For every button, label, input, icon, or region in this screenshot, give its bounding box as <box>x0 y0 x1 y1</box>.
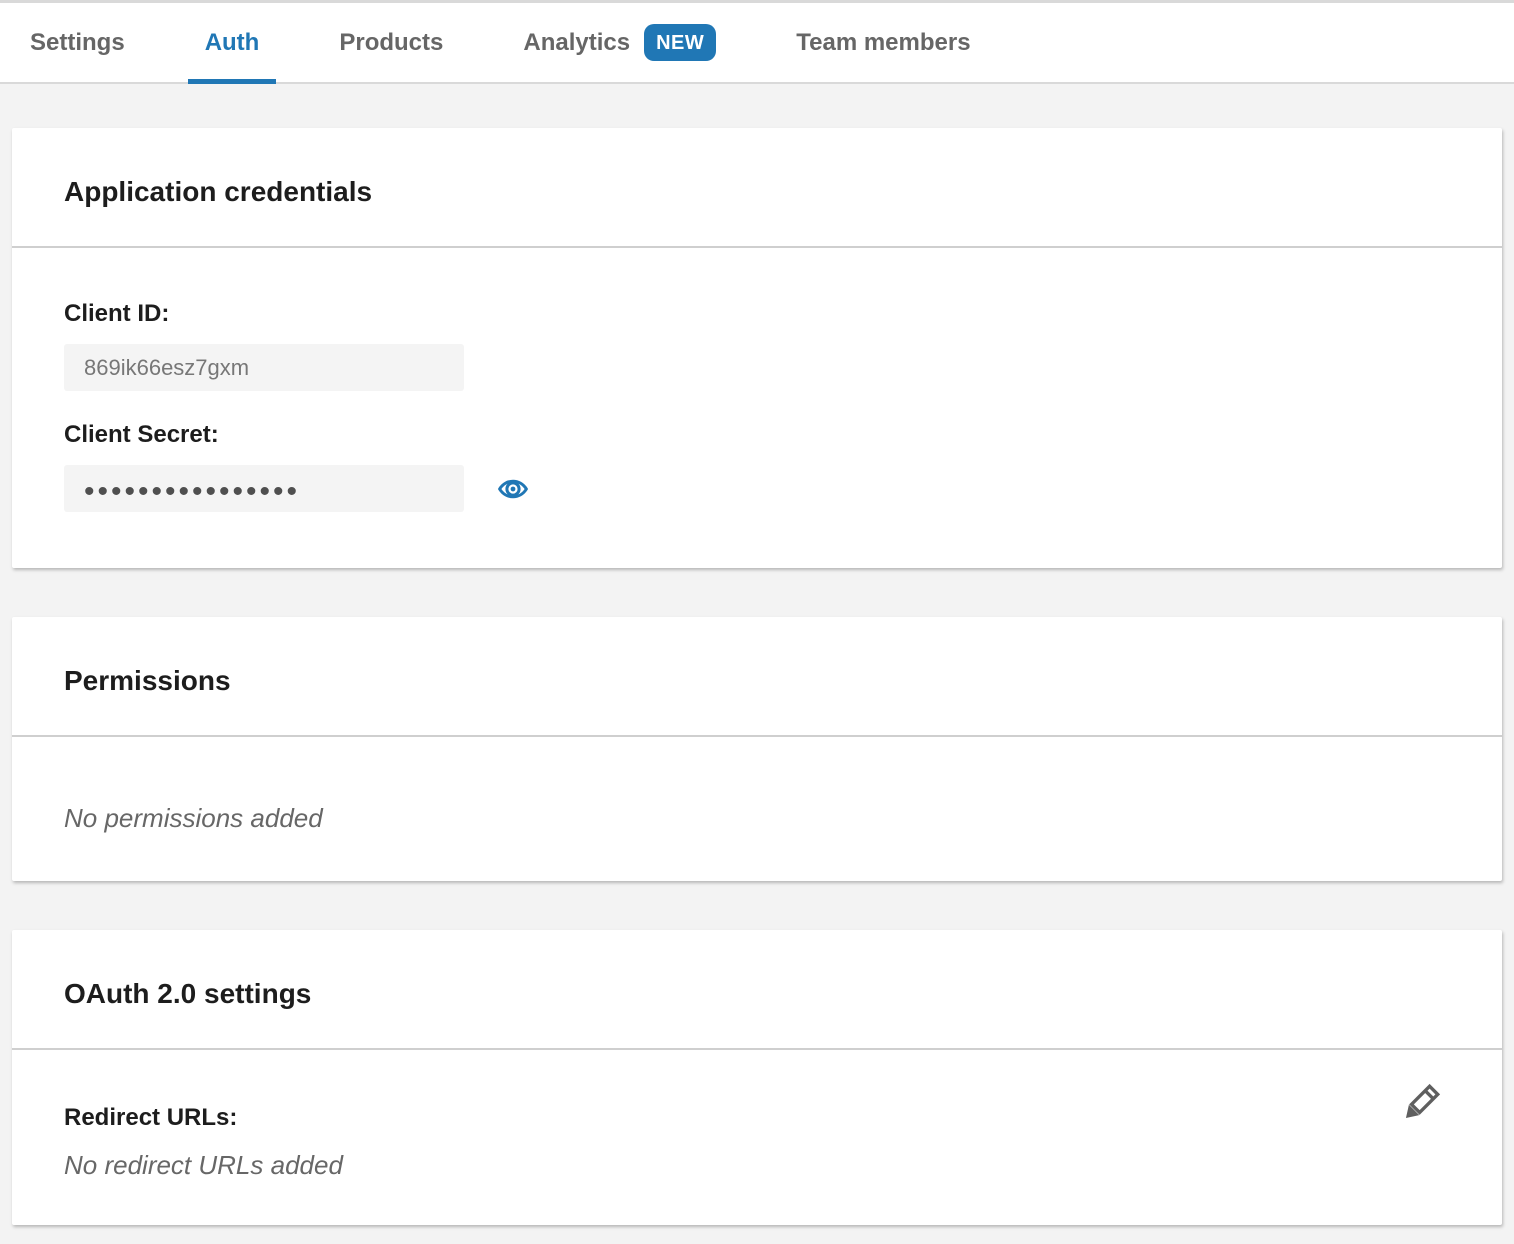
auth-page-content: Application credentials Client ID: 869ik… <box>0 84 1514 1225</box>
tab-settings-label: Settings <box>30 29 125 57</box>
application-credentials-card: Application credentials Client ID: 869ik… <box>12 128 1502 568</box>
permissions-header: Permissions <box>12 617 1502 737</box>
oauth-settings-header: OAuth 2.0 settings <box>12 930 1502 1050</box>
no-redirect-urls-text: No redirect URLs added <box>64 1150 1450 1180</box>
active-tab-underline <box>188 79 277 84</box>
pencil-icon <box>1397 1081 1443 1127</box>
eye-icon <box>497 473 529 505</box>
client-id-field[interactable]: 869ik66esz7gxm <box>64 344 464 391</box>
card-title: OAuth 2.0 settings <box>64 979 1450 1009</box>
tab-products[interactable]: Products <box>339 3 443 82</box>
tab-team-members-label: Team members <box>796 29 970 57</box>
client-id-label: Client ID: <box>64 300 1450 328</box>
card-title: Permissions <box>64 666 1450 696</box>
tab-auth[interactable]: Auth <box>205 3 260 82</box>
application-credentials-header: Application credentials <box>12 128 1502 248</box>
client-secret-masked-value: •••••••••••••••• <box>84 471 300 507</box>
client-id-value: 869ik66esz7gxm <box>84 355 249 381</box>
client-secret-field[interactable]: •••••••••••••••• <box>64 465 464 512</box>
redirect-urls-label: Redirect URLs: <box>64 1104 1450 1132</box>
permissions-card: Permissions No permissions added <box>12 617 1502 881</box>
tab-products-label: Products <box>339 29 443 57</box>
oauth-settings-body: Redirect URLs: No redirect URLs added <box>12 1050 1502 1225</box>
application-credentials-body: Client ID: 869ik66esz7gxm Client Secret:… <box>12 248 1502 568</box>
oauth-settings-card: OAuth 2.0 settings Redirect URLs: No red… <box>12 930 1502 1225</box>
edit-redirect-urls-button[interactable] <box>1396 1080 1444 1128</box>
tab-analytics[interactable]: Analytics NEW <box>523 3 716 82</box>
tab-analytics-label: Analytics <box>523 29 630 57</box>
tab-bar: Settings Auth Products Analytics NEW Tea… <box>0 0 1514 84</box>
client-secret-row: •••••••••••••••• <box>64 465 1450 512</box>
no-permissions-text: No permissions added <box>64 803 1450 833</box>
tab-settings[interactable]: Settings <box>30 3 125 82</box>
client-secret-label: Client Secret: <box>64 421 1450 449</box>
tab-auth-label: Auth <box>205 29 260 57</box>
card-title: Application credentials <box>64 177 1450 207</box>
permissions-body: No permissions added <box>12 737 1502 881</box>
reveal-secret-button[interactable] <box>496 472 530 506</box>
tab-team-members[interactable]: Team members <box>796 3 970 82</box>
new-badge: NEW <box>644 24 716 61</box>
